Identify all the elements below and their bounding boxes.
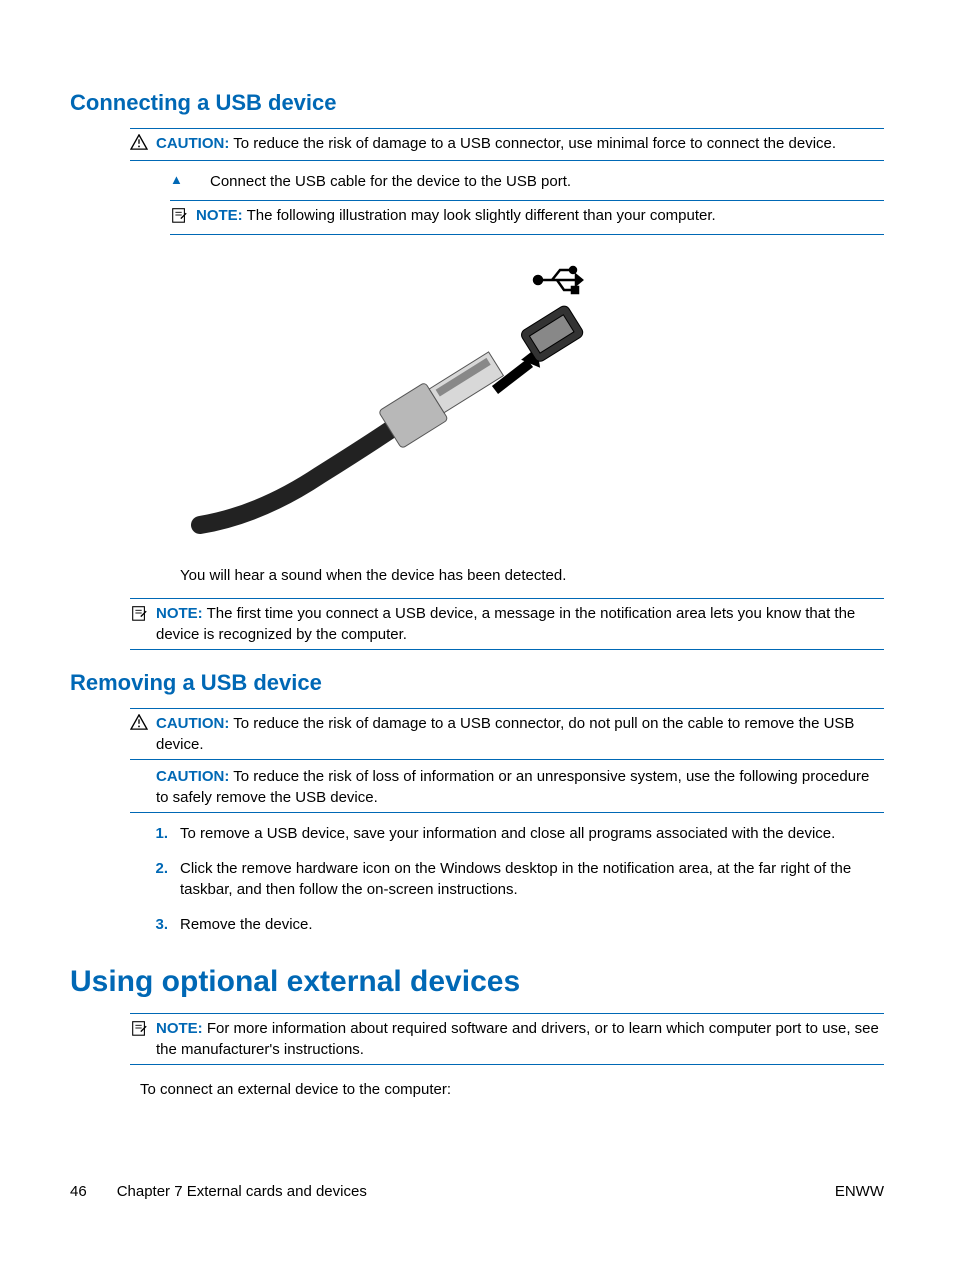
caution-text: To reduce the risk of damage to a USB co… xyxy=(156,715,854,753)
caution-callout: CAUTION: To reduce the risk of damage to… xyxy=(130,708,884,760)
footer-right: ENWW xyxy=(835,1183,884,1200)
chapter-title: Chapter 7 External cards and devices xyxy=(117,1183,367,1200)
page-number: 46 xyxy=(70,1183,87,1200)
step-number: 1. xyxy=(140,823,180,844)
heading-connecting-usb: Connecting a USB device xyxy=(70,90,884,116)
step-text: Remove the device. xyxy=(180,914,313,935)
warning-icon xyxy=(130,713,150,736)
heading-external-devices: Using optional external devices xyxy=(70,965,884,999)
note-text: The first time you connect a USB device,… xyxy=(156,605,855,643)
caution-text: To reduce the risk of damage to a USB co… xyxy=(233,135,836,152)
note-icon xyxy=(130,1018,150,1043)
note-label: NOTE: xyxy=(156,605,203,622)
caution-text: To reduce the risk of loss of informatio… xyxy=(156,768,869,806)
caution-label: CAUTION: xyxy=(156,768,229,785)
step-text: Click the remove hardware icon on the Wi… xyxy=(180,858,884,900)
caution-callout: CAUTION: To reduce the risk of loss of i… xyxy=(130,760,884,813)
note-callout: NOTE: The first time you connect a USB d… xyxy=(130,598,884,650)
page-footer: 46 Chapter 7 External cards and devices … xyxy=(70,1183,884,1200)
numbered-step: 3. Remove the device. xyxy=(140,914,884,935)
note-icon xyxy=(170,205,190,230)
note-text: For more information about required soft… xyxy=(156,1020,879,1058)
step-number: 3. xyxy=(140,914,180,935)
post-image-text: You will hear a sound when the device ha… xyxy=(180,565,884,586)
caution-label: CAUTION: xyxy=(156,715,229,732)
usb-illustration xyxy=(180,255,610,545)
heading-removing-usb: Removing a USB device xyxy=(70,670,884,696)
note-text: The following illustration may look slig… xyxy=(247,207,716,224)
note-callout: NOTE: For more information about require… xyxy=(130,1013,884,1065)
note-callout: NOTE: The following illustration may loo… xyxy=(170,200,884,235)
triangle-bullet-icon: ▲ xyxy=(170,171,210,189)
numbered-step: 1. To remove a USB device, save your inf… xyxy=(140,823,884,844)
note-label: NOTE: xyxy=(196,207,243,224)
paragraph-text: To connect an external device to the com… xyxy=(140,1079,884,1100)
note-icon xyxy=(130,603,150,628)
note-label: NOTE: xyxy=(156,1020,203,1037)
step-text: To remove a USB device, save your inform… xyxy=(180,823,835,844)
caution-label: CAUTION: xyxy=(156,135,229,152)
step-text: Connect the USB cable for the device to … xyxy=(210,171,571,192)
warning-icon xyxy=(130,133,150,156)
caution-callout: CAUTION: To reduce the risk of damage to… xyxy=(130,128,884,161)
step-number: 2. xyxy=(140,858,180,879)
step-item: ▲ Connect the USB cable for the device t… xyxy=(170,171,884,192)
numbered-step: 2. Click the remove hardware icon on the… xyxy=(140,858,884,900)
